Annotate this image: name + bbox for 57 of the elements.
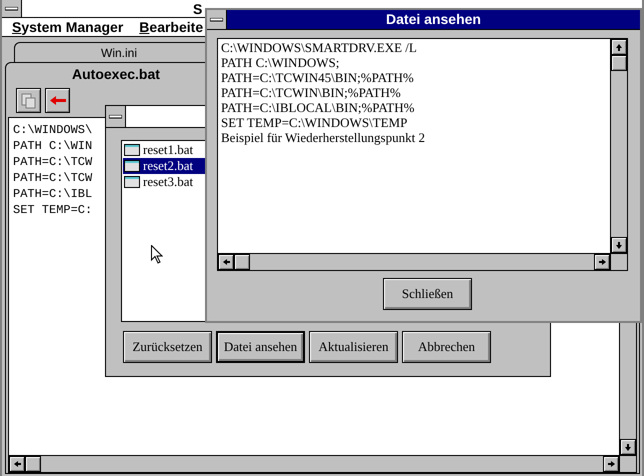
arrow-left-icon [50,96,66,105]
code-line: C:\WINDOWS\ [13,122,92,138]
system-menu-button[interactable] [106,106,126,127]
scroll-thumb[interactable] [234,254,250,270]
text-line: C:\WINDOWS\SMARTDRV.EXE /L [221,40,417,55]
list-item[interactable]: reset1.bat [123,142,207,158]
code-line: SET TEMP=C: [13,202,92,218]
text-line: SET TEMP=C:\WINDOWS\TEMP [221,115,408,130]
text-line: Beispiel für Wiederherstellungspunkt 2 [221,130,425,145]
scroll-down-button[interactable] [620,439,636,455]
scroll-left-button[interactable] [218,254,234,270]
horizontal-scrollbar[interactable] [9,455,619,472]
text-line: PATH=C:\TCWIN45\BIN;%PATH% [221,70,414,85]
file-icon [124,144,140,156]
dialog-button[interactable]: Zurücksetzen [123,331,212,363]
list-item[interactable]: reset2.bat [123,158,207,174]
scroll-left-button[interactable] [9,456,25,472]
back-toolbar-button[interactable] [45,88,70,113]
arrow-right-icon [606,460,616,468]
dialog-button[interactable]: Aktualisieren [309,331,398,363]
file-icon [124,176,140,188]
text-line: PATH=C:\TCWIN\BIN;%PATH% [221,85,401,100]
menu-item[interactable]: Bearbeite [139,16,204,38]
window-title: Datei ansehen [386,10,481,29]
list-item[interactable]: reset3.bat [123,174,207,190]
scroll-up-button[interactable] [611,39,627,55]
vertical-scrollbar[interactable] [610,39,627,253]
mouse-pointer-icon [151,245,163,265]
scroll-thumb[interactable] [25,456,41,472]
arrow-down-icon [614,240,624,250]
arrow-left-icon [12,460,22,468]
file-icon [124,160,140,172]
scroll-thumb[interactable] [611,55,627,71]
dialog-button[interactable]: Schließen [383,278,472,310]
code-line: PATH=C:\TCW [13,170,92,186]
dash-icon [5,6,18,10]
dialog-button[interactable]: Datei ansehen [216,331,305,363]
scroll-right-button[interactable] [603,456,619,472]
arrow-left-icon [222,258,230,266]
arrow-down-icon [624,442,632,452]
menu-item[interactable]: System Manager [12,16,124,38]
text-line: PATH=C:\IBLOCAL\BIN;%PATH% [221,100,414,115]
horizontal-scrollbar[interactable] [218,253,610,270]
dialog-button[interactable]: Abbrechen [402,331,491,363]
code-line: PATH C:\WIN [13,138,92,154]
document-icon [21,92,36,108]
window-title: S [193,0,202,17]
system-menu-button[interactable] [2,0,22,17]
code-line: PATH=C:\TCW [13,154,92,170]
text-line: PATH C:\WINDOWS; [221,55,340,70]
code-line: PATH=C:\IBL [13,186,92,202]
scroll-right-button[interactable] [594,254,610,270]
copy-toolbar-button[interactable] [16,88,41,113]
scroll-down-button[interactable] [611,237,627,253]
arrow-up-icon [614,42,624,52]
system-menu-button[interactable] [207,10,227,29]
arrow-right-icon [598,258,606,266]
